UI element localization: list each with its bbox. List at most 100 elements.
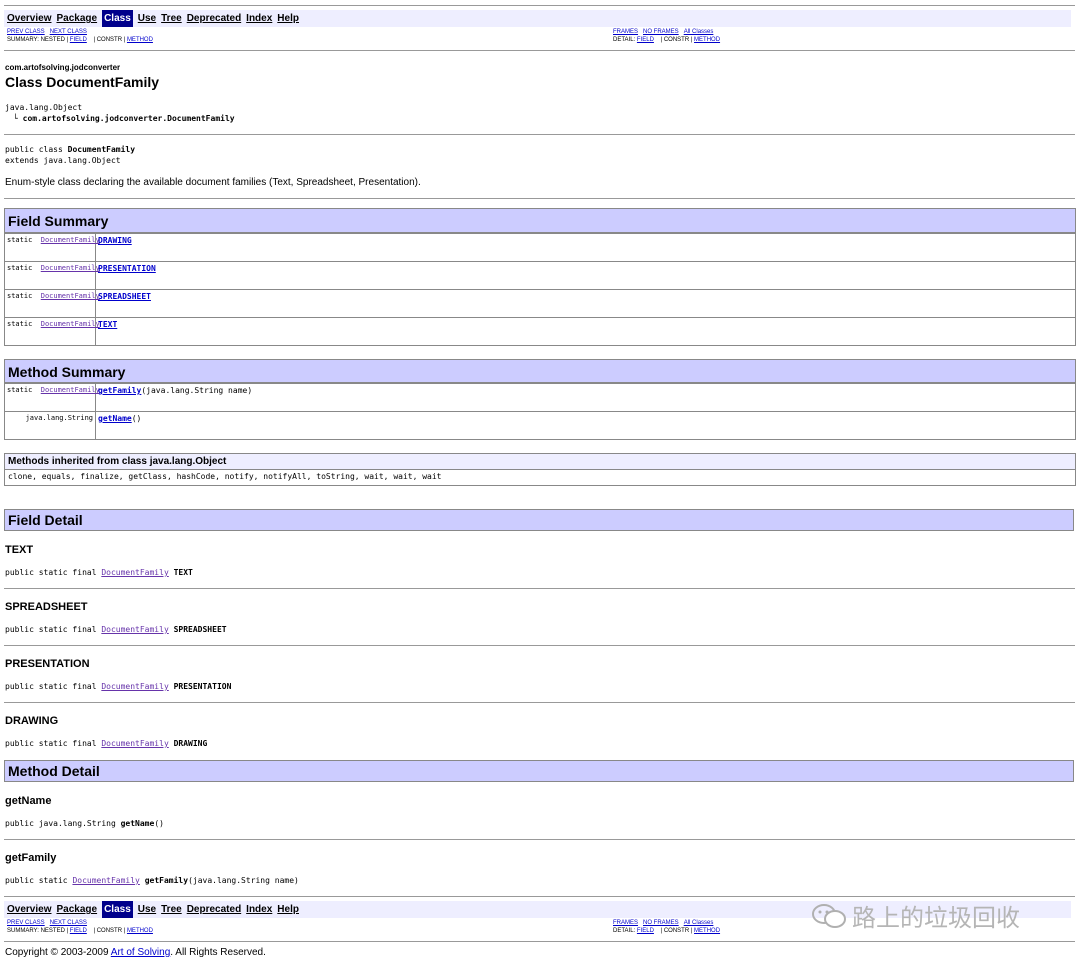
class-extends: extends java.lang.Object	[5, 156, 121, 165]
inherited-methods-table: Methods inherited from class java.lang.O…	[4, 453, 1076, 486]
field-detail-name: DRAWING	[5, 715, 59, 727]
field-link-text[interactable]: TEXT	[98, 320, 117, 329]
summary-method-link[interactable]: METHOD	[127, 37, 153, 43]
nav-use[interactable]: Use	[138, 10, 156, 27]
nav-tree[interactable]: Tree	[161, 901, 182, 918]
field-link-spreadsheet[interactable]: SPREADSHEET	[98, 292, 151, 301]
modifier-text: static	[7, 236, 33, 244]
nav-use[interactable]: Use	[138, 901, 156, 918]
type-link[interactable]: DocumentFamily	[41, 264, 100, 272]
field-detail-name: PRESENTATION	[5, 658, 90, 670]
nav-deprecated[interactable]: Deprecated	[187, 10, 241, 27]
field-detail-signature: public static final DocumentFamily PRESE…	[5, 682, 231, 691]
modifier-text: static	[7, 386, 33, 394]
nav-index[interactable]: Index	[246, 901, 272, 918]
summary-field-link[interactable]: FIELD	[70, 928, 87, 934]
type-link[interactable]: DocumentFamily	[41, 386, 100, 394]
type-link[interactable]: DocumentFamily	[101, 682, 168, 691]
modifier-text: static	[7, 264, 33, 272]
type-link[interactable]: DocumentFamily	[72, 876, 139, 885]
detail-method-link[interactable]: METHOD	[694, 37, 720, 43]
frames-link[interactable]: FRAMES	[613, 29, 638, 35]
nav-index[interactable]: Index	[246, 10, 272, 27]
watermark: 路上的垃圾回收	[810, 898, 1020, 933]
method-summary-table: Method Summary static DocumentFamily get…	[4, 359, 1076, 440]
field-modifier: static DocumentFamily	[5, 290, 100, 317]
nav-package[interactable]: Package	[56, 901, 97, 918]
sig-ident: SPREADSHEET	[173, 625, 227, 634]
nav-class-current: Class	[102, 10, 133, 27]
detail-label: DETAIL:	[613, 37, 637, 43]
summary-label: SUMMARY: NESTED |	[7, 928, 70, 934]
field-link-drawing[interactable]: DRAWING	[98, 236, 132, 245]
class-declaration: public class DocumentFamily	[5, 145, 135, 154]
method-detail-name: getName	[5, 795, 52, 807]
frames-link[interactable]: FRAMES	[613, 920, 638, 926]
modifier-text: static	[7, 320, 33, 328]
copyright: Copyright © 2003-2009 Art of Solving. Al…	[5, 947, 266, 958]
hierarchy-child-name: com.artofsolving.jodconverter.DocumentFa…	[22, 114, 235, 123]
method-detail-title: Method Detail	[4, 760, 1074, 782]
table-row: static DocumentFamily PRESENTATION	[5, 261, 1075, 289]
field-detail-signature: public static final DocumentFamily DRAWI…	[5, 739, 207, 748]
type-link[interactable]: DocumentFamily	[101, 568, 168, 577]
summary-method-link[interactable]: METHOD	[127, 928, 153, 934]
type-link[interactable]: DocumentFamily	[101, 625, 168, 634]
field-detail-name: SPREADSHEET	[5, 601, 88, 613]
field-detail-signature: public static final DocumentFamily TEXT	[5, 568, 193, 577]
subnav-left-bottom: PREV CLASS NEXT CLASS SUMMARY: NESTED | F…	[7, 919, 158, 935]
table-row: static DocumentFamily DRAWING	[5, 233, 1075, 261]
nav-overview[interactable]: Overview	[7, 901, 51, 918]
decl-prefix: public class	[5, 145, 68, 154]
type-link[interactable]: DocumentFamily	[41, 236, 100, 244]
nav-deprecated[interactable]: Deprecated	[187, 901, 241, 918]
hierarchy-child: └ com.artofsolving.jodconverter.Document…	[13, 114, 235, 123]
summary-label: SUMMARY: NESTED |	[7, 37, 70, 43]
summary-constr: | CONSTR |	[91, 37, 127, 43]
copyright-link[interactable]: Art of Solving	[111, 947, 170, 958]
type-link[interactable]: DocumentFamily	[41, 292, 100, 300]
field-modifier: static DocumentFamily	[5, 234, 100, 261]
table-row: static DocumentFamily getFamily(java.lan…	[5, 383, 1075, 411]
footer-rule	[4, 941, 1075, 942]
next-class-link[interactable]: NEXT CLASS	[50, 29, 87, 35]
method-summary-title: Method Summary	[5, 360, 1075, 383]
watermark-text: 路上的垃圾回收	[852, 904, 1020, 932]
divider	[4, 839, 1075, 840]
field-summary-table: Field Summary static DocumentFamily DRAW…	[4, 208, 1076, 346]
type-link[interactable]: DocumentFamily	[101, 739, 168, 748]
summary-field-link[interactable]: FIELD	[70, 37, 87, 43]
sig-params: (java.lang.String name)	[188, 876, 299, 885]
next-class-link[interactable]: NEXT CLASS	[50, 920, 87, 926]
nav-tree[interactable]: Tree	[161, 10, 182, 27]
detail-method-link[interactable]: METHOD	[694, 928, 720, 934]
prev-class-link[interactable]: PREV CLASS	[7, 920, 45, 926]
type-link[interactable]: DocumentFamily	[41, 320, 100, 328]
method-detail-name: getFamily	[5, 852, 57, 864]
field-name-cell: SPREADSHEET	[96, 290, 1075, 317]
sig-ident: DRAWING	[173, 739, 208, 748]
copyright-prefix: Copyright © 2003-2009	[5, 947, 111, 958]
detail-field-link[interactable]: FIELD	[637, 37, 654, 43]
detail-field-link[interactable]: FIELD	[637, 928, 654, 934]
subnav-left: PREV CLASS NEXT CLASS SUMMARY: NESTED | F…	[7, 28, 158, 44]
nav-help[interactable]: Help	[277, 901, 299, 918]
no-frames-link[interactable]: NO FRAMES	[643, 29, 679, 35]
method-sig-cell: getName()	[96, 412, 1075, 439]
description-rule	[4, 198, 1075, 199]
method-link-getname[interactable]: getName	[98, 414, 132, 423]
method-link-getfamily[interactable]: getFamily	[98, 386, 141, 395]
method-detail-signature: public static DocumentFamily getFamily(j…	[5, 876, 299, 885]
all-classes-link[interactable]: All Classes	[684, 29, 714, 35]
subnav-right: FRAMES NO FRAMES All Classes DETAIL: FIELD…	[613, 28, 725, 44]
nav-package[interactable]: Package	[56, 10, 97, 27]
all-classes-link[interactable]: All Classes	[684, 920, 714, 926]
no-frames-link[interactable]: NO FRAMES	[643, 920, 679, 926]
field-detail-signature: public static final DocumentFamily SPREA…	[5, 625, 227, 634]
nav-bottom-rule	[4, 50, 1075, 51]
nav-overview[interactable]: Overview	[7, 10, 51, 27]
sig-ident: PRESENTATION	[173, 682, 232, 691]
prev-class-link[interactable]: PREV CLASS	[7, 29, 45, 35]
nav-help[interactable]: Help	[277, 10, 299, 27]
field-link-presentation[interactable]: PRESENTATION	[98, 264, 156, 273]
